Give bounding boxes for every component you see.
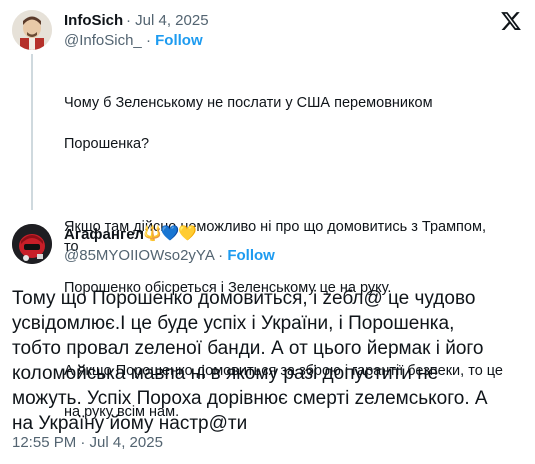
- text-line: Чому б Зеленському не послати у США пере…: [64, 95, 433, 111]
- tweet-paragraph: Чому б Зеленському не послати у США пере…: [64, 73, 504, 155]
- avatar-infosich[interactable]: [12, 10, 52, 50]
- text-line: коломойська мавпа ні в якому разі допуст…: [12, 363, 439, 384]
- text-line: на Україну йому настр@ти: [12, 413, 248, 434]
- thread-connector-line: [31, 54, 33, 210]
- follow-button[interactable]: Follow: [227, 247, 275, 264]
- separator-dot: ·: [145, 32, 151, 49]
- author-handle-row: @85MYOIIOWso2yYA · Follow: [64, 247, 275, 264]
- x-logo-icon[interactable]: [500, 10, 522, 32]
- author-name[interactable]: Агафангел: [64, 226, 144, 243]
- author-handle-row: @InfoSich_ · Follow: [64, 32, 203, 49]
- separator-dot: ·: [218, 247, 224, 264]
- text-line: тобто провал zеленої банди. А от цього й…: [12, 338, 484, 359]
- author-handle[interactable]: @InfoSich_: [64, 32, 142, 49]
- author-handle[interactable]: @85MYOIIOWso2yYA: [64, 247, 214, 264]
- text-line: усвідомлює.І це буде успіх і України, і …: [12, 313, 455, 334]
- text-line: можуть. Успіх Пороха дорівнює смерті zел…: [12, 388, 488, 409]
- tweet-timestamp[interactable]: 12:55 PM · Jul 4, 2025: [12, 434, 163, 451]
- follow-button[interactable]: Follow: [155, 32, 203, 49]
- avatar-agafangel[interactable]: [12, 224, 52, 264]
- text-line: Тому що Порошенко домовиться, і zебл@ це…: [12, 288, 476, 309]
- text-line: Порошенка?: [64, 136, 150, 152]
- author-name[interactable]: InfoSich: [64, 12, 123, 29]
- name-badges: 🔱💙💛: [143, 225, 197, 242]
- post-date[interactable]: · Jul 4, 2025: [126, 12, 209, 29]
- tweet-text: Тому що Порошенко домовиться, і zебл@ це…: [12, 286, 528, 436]
